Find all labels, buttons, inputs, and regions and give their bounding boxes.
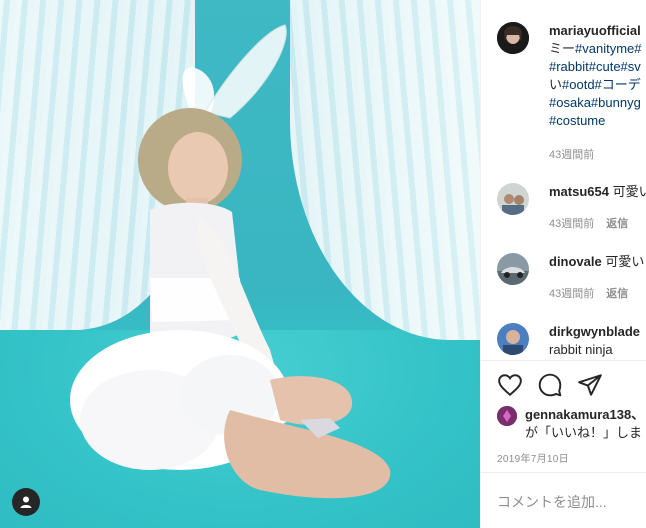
divider [481,472,646,473]
liker-username[interactable]: gennakamura138、 [525,406,644,424]
author-avatar[interactable] [497,22,529,54]
caption-time[interactable]: 43週間前 [549,146,594,162]
comment-username[interactable]: dinovale [549,254,602,269]
caption-line: #costume [549,112,646,130]
hashtag-link[interactable]: #ootd#コーデ [562,77,641,92]
divider [481,360,646,361]
comments-list[interactable]: mariayuofficial ミー#vanityme# #rabbit#cute… [481,0,646,360]
reply-button[interactable]: 返信 [606,218,628,230]
caption-line: ミー#vanityme# [549,40,646,58]
post-sidebar: mariayuofficial ミー#vanityme# #rabbit#cute… [480,0,646,528]
comment-username[interactable]: matsu654 [549,184,609,199]
paper-plane-icon [578,374,602,396]
caption-word: い [549,77,563,92]
hashtag-link[interactable]: #vanityme# [575,41,641,56]
comment-time[interactable]: 43週間前 [549,288,594,300]
comment-username[interactable]: dirkgwynblade [549,324,640,339]
likes-label[interactable]: が「いいね！」しま [525,424,642,442]
post-photo[interactable] [0,0,480,528]
like-button[interactable] [497,372,523,398]
liker-avatar[interactable] [497,406,517,426]
caption-line: #osaka#bunnyg [549,94,646,112]
caption-text: ミー#vanityme# #rabbit#cute#sv い#ootd#コーデ #os… [549,40,646,130]
comment-text: 可愛い [612,184,646,199]
comment-text: rabbit ninja [549,342,613,357]
hashtag-link[interactable]: #rabbit#cute#sv [549,59,641,74]
tagged-users-button[interactable] [12,488,40,516]
hashtag-link[interactable]: #osaka#bunnyg [549,95,641,110]
comment-avatar[interactable] [497,323,529,355]
comment-meta: 43週間前 返信 [549,215,628,231]
comment-button[interactable] [537,372,563,398]
share-button[interactable] [577,372,603,398]
caption-word: ミー [549,41,576,56]
heart-icon [498,374,522,397]
comment-text: 可愛い [605,254,645,269]
author-username[interactable]: mariayuofficial [549,23,641,38]
hashtag-link[interactable]: #costume [549,113,605,128]
comment-avatar[interactable] [497,253,529,285]
user-tag-icon [20,496,32,508]
comment-avatar[interactable] [497,183,529,215]
comment-bubble-icon [538,373,562,397]
comment-time[interactable]: 43週間前 [549,218,594,230]
add-comment-input[interactable]: コメントを追加... [497,492,607,512]
reply-button[interactable]: 返信 [606,288,628,300]
comment-meta: 43週間前 返信 [549,285,628,301]
caption-line: #rabbit#cute#sv [549,58,646,76]
caption-line: い#ootd#コーデ [549,76,646,94]
post-date[interactable]: 2019年7月10日 [497,450,569,465]
photo-subject [70,24,391,499]
